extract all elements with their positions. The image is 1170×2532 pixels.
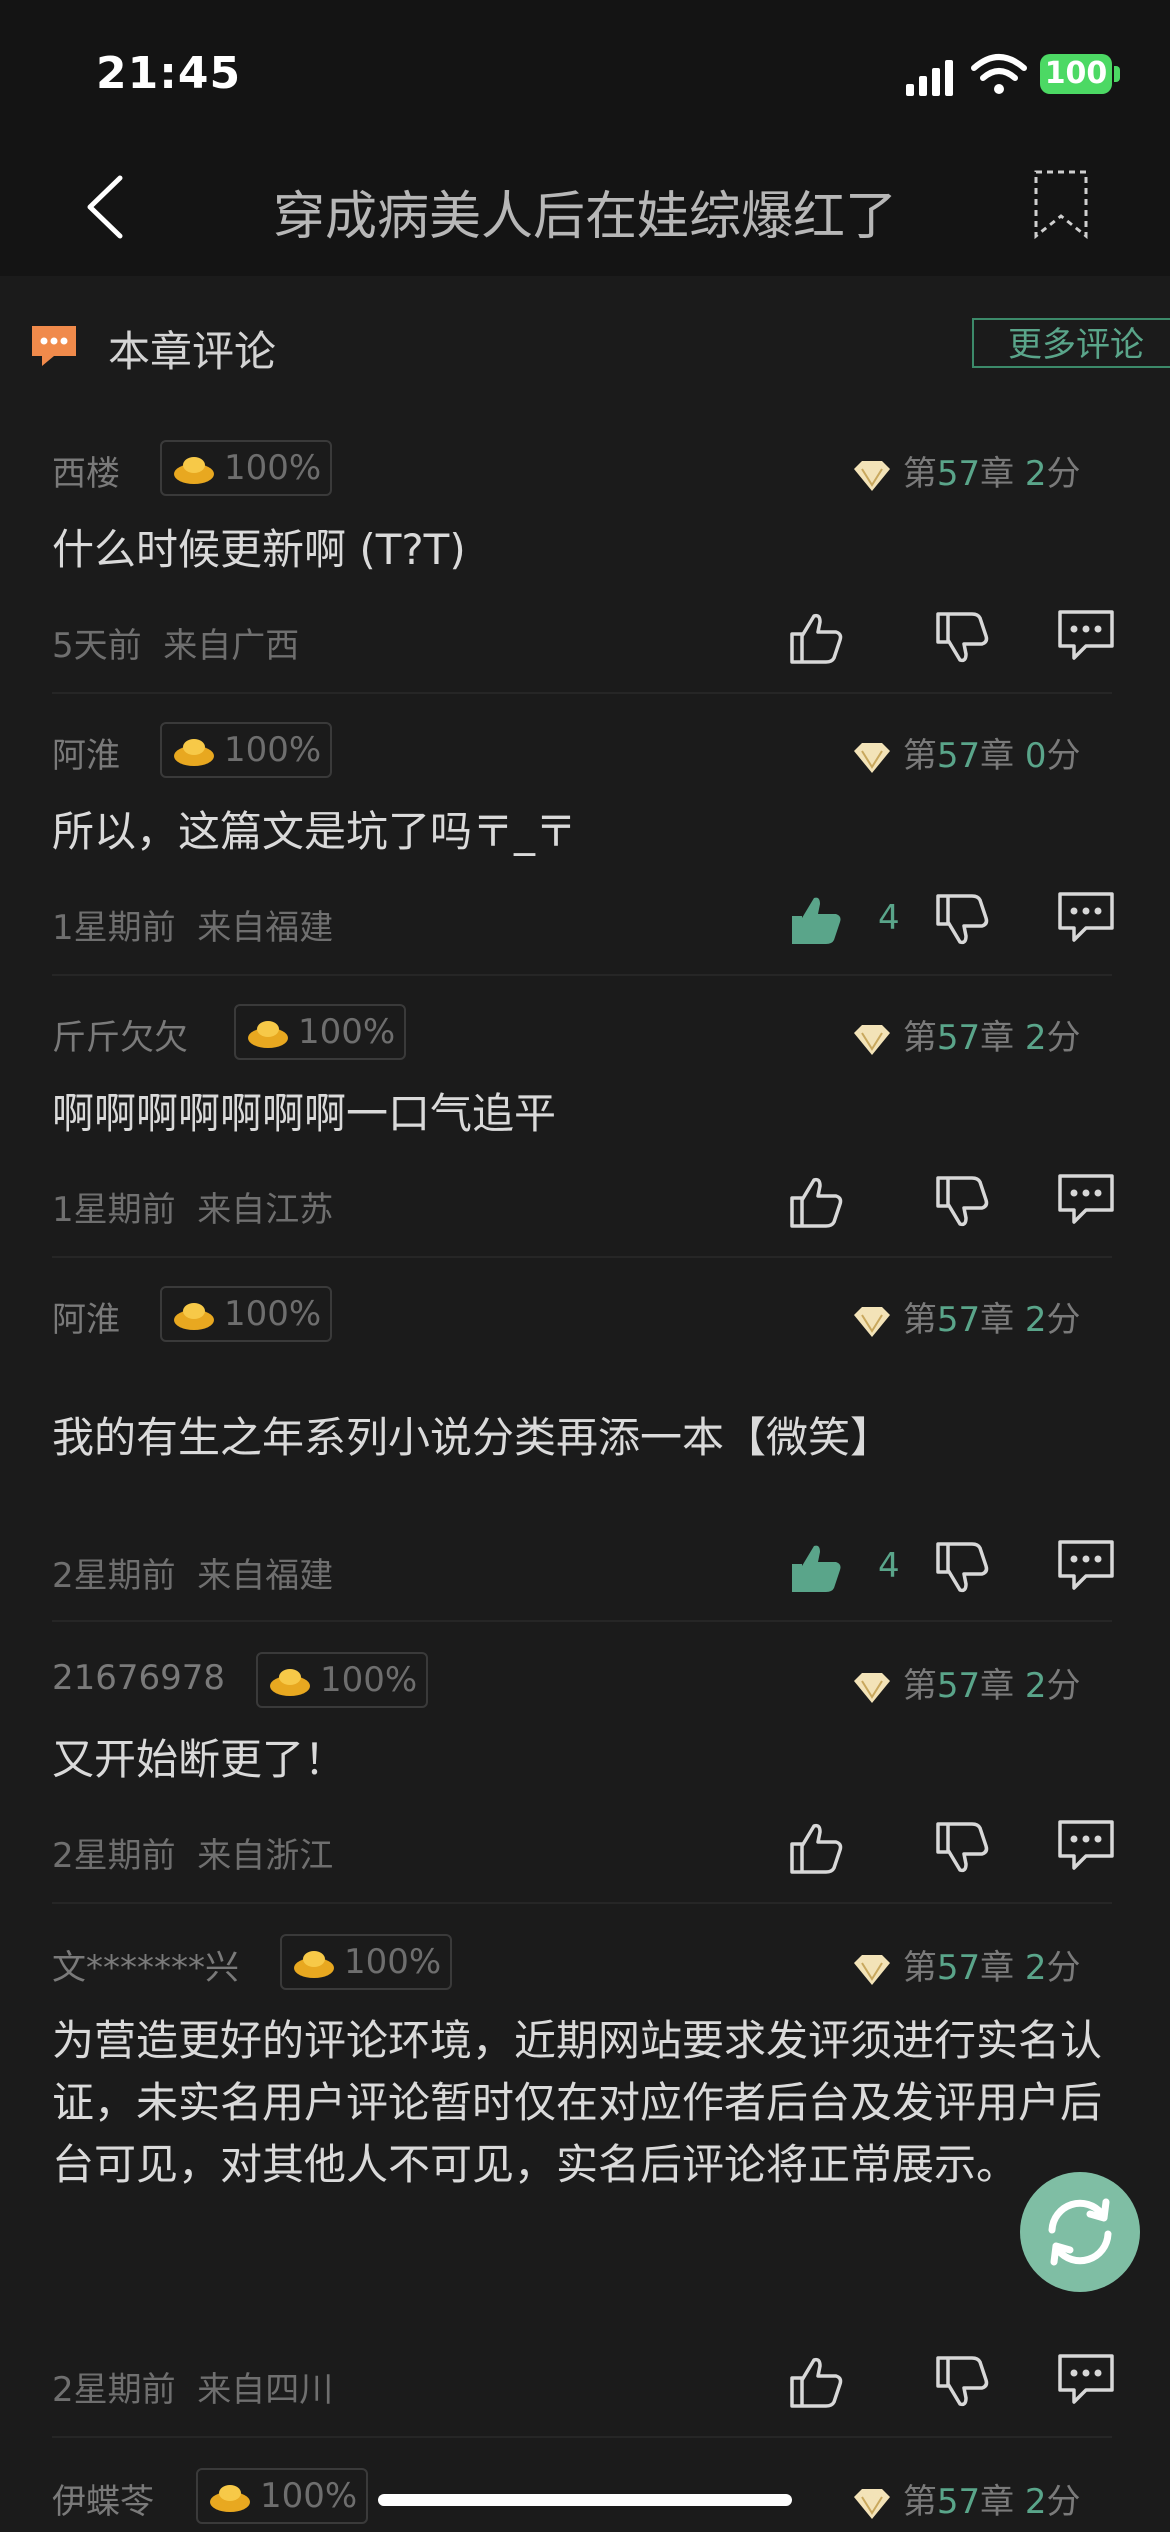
chapter-info: 第57章 2分	[852, 1292, 1081, 1341]
battery-tip	[1114, 66, 1120, 82]
divider	[52, 2436, 1112, 2438]
home-indicator[interactable]	[378, 2494, 792, 2506]
reply-icon[interactable]	[1056, 1170, 1116, 1230]
comment-text: 为营造更好的评论环境，近期网站要求发评须进行实名认证，未实名用户评论暂时仅在对应…	[52, 2016, 1103, 2189]
diamond-icon	[854, 1954, 890, 1985]
comment-username[interactable]: 西楼	[52, 446, 120, 495]
gold-ingot-icon	[174, 1303, 214, 1330]
divider	[52, 974, 1112, 976]
wifi-icon	[971, 54, 1027, 94]
back-arrow-icon[interactable]	[80, 172, 130, 242]
diamond-icon	[854, 460, 890, 491]
battery-indicator: 100	[1040, 54, 1112, 94]
section-title: 本章评论	[108, 327, 277, 376]
comment-meta: 2星期前 来自四川	[52, 2370, 334, 2410]
comment-text: 我的有生之年系列小说分类再添一本【微笑】	[52, 1413, 893, 1462]
diamond-icon	[854, 2488, 890, 2519]
thumbs-up-icon[interactable]	[786, 2352, 846, 2412]
comment-meta: 2星期前 来自福建	[52, 1556, 334, 1596]
comment-meta: 1星期前 来自江苏	[52, 1190, 334, 1230]
diamond-icon	[854, 1306, 890, 1337]
page-title: 穿成病美人后在娃综爆红了	[272, 187, 897, 247]
comment-text: 所以，这篇文是坑了吗〒_〒	[52, 807, 578, 856]
thumbs-down-icon[interactable]	[932, 1172, 992, 1232]
thumbs-down-icon[interactable]	[932, 1538, 992, 1598]
divider	[52, 1902, 1112, 1904]
more-comments-button[interactable]: 更多评论	[972, 318, 1170, 368]
thumbs-up-icon[interactable]	[786, 1818, 846, 1878]
comment-meta: 5天前 来自广西	[52, 626, 300, 666]
chapter-info: 第57章 2分	[852, 1010, 1081, 1059]
reply-icon[interactable]	[1056, 1816, 1116, 1876]
thumbs-down-icon[interactable]	[932, 890, 992, 950]
gold-ingot-icon	[294, 1951, 334, 1978]
reply-icon[interactable]	[1056, 606, 1116, 666]
comment-text: 什么时候更新啊 (T?T)	[52, 525, 466, 574]
gold-ingot-icon	[270, 1669, 310, 1696]
divider	[52, 692, 1112, 694]
reply-icon[interactable]	[1056, 2350, 1116, 2410]
comment-username[interactable]: 21676978	[52, 1658, 225, 1698]
user-badge: 100%	[160, 440, 332, 496]
comment-username[interactable]: 伊蝶苓	[52, 2474, 154, 2523]
gold-ingot-icon	[210, 2485, 250, 2512]
thumbs-up-filled-icon[interactable]	[786, 1538, 846, 1598]
gold-ingot-icon	[174, 457, 214, 484]
comment-meta: 2星期前 来自浙江	[52, 1836, 334, 1876]
user-badge: 100%	[160, 722, 332, 778]
gold-ingot-icon	[248, 1021, 288, 1048]
badge-value: 100%	[224, 1294, 322, 1334]
badge-value: 100%	[224, 730, 322, 770]
chapter-info: 第57章 0分	[852, 728, 1081, 777]
badge-value: 100%	[344, 1942, 442, 1982]
chapter-info: 第57章 2分	[852, 2474, 1081, 2523]
comment-username[interactable]: 文*******兴	[52, 1940, 239, 1989]
cellular-signal-icon	[906, 60, 953, 96]
like-count: 4	[878, 1546, 900, 1586]
thumbs-up-icon[interactable]	[786, 1172, 846, 1232]
comment-text: 又开始断更了！	[52, 1735, 347, 1784]
thumbs-up-icon[interactable]	[786, 608, 846, 668]
reply-icon[interactable]	[1056, 1536, 1116, 1596]
reply-icon[interactable]	[1056, 888, 1116, 948]
diamond-icon	[854, 742, 890, 773]
refresh-icon	[1048, 2198, 1112, 2266]
badge-value: 100%	[224, 448, 322, 488]
user-badge: 100%	[196, 2468, 368, 2524]
comment-bubble-icon	[32, 326, 76, 366]
comment-username[interactable]: 阿淮	[52, 1292, 120, 1341]
like-count: 4	[878, 898, 900, 938]
thumbs-down-icon[interactable]	[932, 1818, 992, 1878]
user-badge: 100%	[280, 1934, 452, 1990]
comment-username[interactable]: 斤斤欠欠	[52, 1010, 188, 1059]
chapter-info: 第57章 2分	[852, 1940, 1081, 1989]
badge-value: 100%	[320, 1660, 418, 1700]
badge-value: 100%	[298, 1012, 396, 1052]
user-badge: 100%	[160, 1286, 332, 1342]
comment-text: 啊啊啊啊啊啊啊一口气追平	[52, 1089, 557, 1138]
user-badge: 100%	[234, 1004, 406, 1060]
thumbs-up-filled-icon[interactable]	[786, 890, 846, 950]
badge-value: 100%	[260, 2476, 358, 2516]
divider	[52, 1256, 1112, 1258]
diamond-icon	[854, 1672, 890, 1703]
divider	[52, 1620, 1112, 1622]
chapter-info: 第57章 2分	[852, 1658, 1081, 1707]
comment-username[interactable]: 阿淮	[52, 728, 120, 777]
bookmark-icon[interactable]	[1032, 168, 1090, 240]
thumbs-down-icon[interactable]	[932, 2352, 992, 2412]
gold-ingot-icon	[174, 739, 214, 766]
diamond-icon	[854, 1024, 890, 1055]
chapter-info: 第57章 2分	[852, 446, 1081, 495]
status-time: 21:45	[96, 48, 242, 99]
comment-meta: 1星期前 来自福建	[52, 908, 334, 948]
thumbs-down-icon[interactable]	[932, 608, 992, 668]
refresh-button[interactable]	[1020, 2172, 1140, 2292]
user-badge: 100%	[256, 1652, 428, 1708]
